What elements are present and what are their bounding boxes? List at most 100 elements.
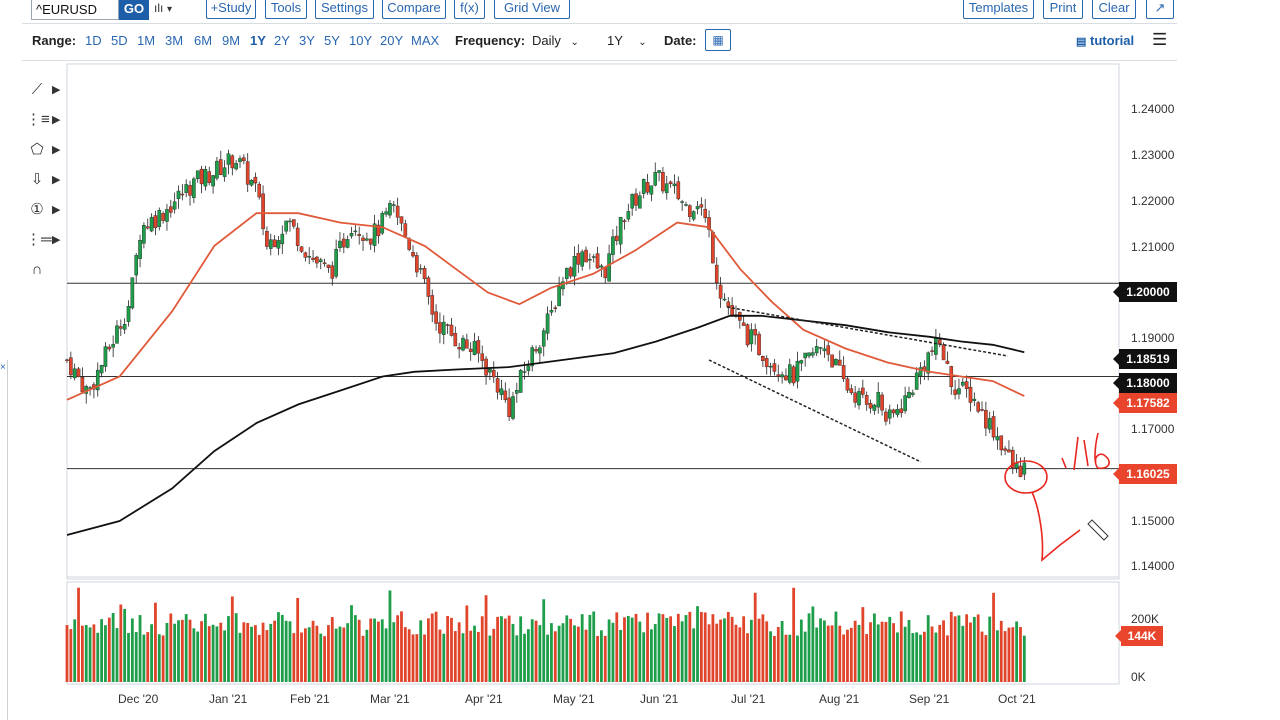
tool-line[interactable]: ⟋ ▶ — [22, 78, 64, 102]
volume-bar — [296, 597, 300, 682]
x-tick: Oct '21 — [998, 692, 1036, 706]
volume-bar — [104, 625, 107, 682]
calendar-button[interactable]: ▦ — [705, 29, 731, 51]
y-tick: 1.21000 — [1131, 240, 1175, 254]
range-1m[interactable]: 1M — [137, 33, 155, 48]
volume-bar — [184, 614, 188, 682]
print-button[interactable]: Print — [1043, 0, 1083, 19]
number-badge-icon: ① — [30, 201, 44, 218]
range-6m[interactable]: 6M — [194, 33, 212, 48]
range-3y[interactable]: 3Y — [299, 33, 315, 48]
volume-bar — [315, 625, 319, 682]
volume-bar — [319, 633, 323, 682]
candle-body — [864, 395, 869, 405]
candle-body — [126, 306, 131, 322]
candle-body — [545, 313, 550, 334]
volume-bar — [846, 629, 849, 682]
range-5d[interactable]: 5D — [111, 33, 128, 48]
symbol-input[interactable] — [31, 0, 119, 20]
candle-body — [772, 363, 777, 372]
range-5y[interactable]: 5Y — [324, 33, 340, 48]
candle-body — [837, 359, 842, 366]
volume-bar — [192, 628, 196, 682]
volume-bar — [926, 615, 930, 682]
volume-bar — [134, 631, 138, 682]
settings-button[interactable]: Settings — [315, 0, 374, 19]
range-1d[interactable]: 1D — [85, 33, 102, 48]
candle-body — [515, 390, 519, 394]
candle-body — [234, 163, 238, 170]
candle-body — [72, 368, 77, 379]
add-study-button[interactable]: +Study — [206, 0, 256, 19]
volume-bar — [230, 596, 234, 682]
candle-body — [699, 204, 704, 208]
close-sidebar-icon[interactable]: × — [0, 362, 6, 373]
volume-bar — [73, 619, 77, 682]
volume-bar — [200, 621, 203, 682]
volume-bar — [1015, 621, 1019, 682]
volume-bar — [853, 620, 857, 682]
volume-bar — [500, 616, 503, 682]
tool-magnet[interactable]: ∩ — [22, 258, 64, 282]
volume-bar — [930, 626, 934, 682]
go-button[interactable]: GO — [119, 0, 149, 20]
candle-body — [411, 252, 415, 257]
chevron-right-icon: ▶ — [52, 174, 61, 186]
grid-view-button[interactable]: Grid View — [494, 0, 570, 19]
range-max[interactable]: MAX — [411, 33, 439, 48]
candle-body — [149, 217, 154, 232]
volume-bar — [972, 616, 976, 682]
candle-body — [607, 253, 611, 282]
templates-button[interactable]: Templates — [963, 0, 1034, 19]
candle-body — [584, 249, 588, 263]
compare-button[interactable]: Compare — [382, 0, 446, 19]
tool-fibonacci[interactable]: ⋮≡ ▶ — [22, 108, 64, 132]
function-button[interactable]: f(x) — [454, 0, 485, 19]
candle-body — [211, 175, 215, 187]
candle-body — [937, 339, 942, 345]
range-9m[interactable]: 9M — [222, 33, 240, 48]
tool-arrows[interactable]: ⇩ ▶ — [22, 168, 64, 192]
candle-body — [961, 381, 965, 386]
candle-body — [115, 325, 119, 344]
tool-measure[interactable]: ⋮═ ▶ — [22, 228, 64, 252]
candle-body — [99, 365, 104, 374]
candle-body — [226, 153, 231, 165]
range-2y[interactable]: 2Y — [274, 33, 290, 48]
candle-body — [388, 203, 392, 216]
range-3m[interactable]: 3M — [165, 33, 183, 48]
tool-shapes[interactable]: ⬠ ▶ — [22, 138, 64, 162]
popout-button[interactable]: ↗ — [1146, 0, 1174, 19]
range-20y[interactable]: 20Y — [380, 33, 403, 48]
chart-type-select[interactable]: ılı ▾ — [154, 0, 190, 20]
handdrawn-annotations — [1004, 432, 1110, 562]
frequency-select[interactable]: Daily ⌄ — [532, 33, 579, 48]
candle-body — [268, 239, 273, 249]
tool-annotations[interactable]: ① ▶ — [22, 198, 64, 222]
range-10y[interactable]: 10Y — [349, 33, 372, 48]
candle-body — [530, 347, 535, 367]
volume-bar — [603, 635, 607, 682]
candle-body — [588, 259, 592, 261]
volume-bar — [92, 624, 96, 682]
ma50-line — [66, 212, 1025, 401]
y-tick: 1.24000 — [1131, 102, 1175, 116]
menu-icon[interactable]: ☰ — [1152, 30, 1167, 50]
candle-body — [95, 369, 100, 391]
volume-bar — [780, 621, 784, 682]
period-select[interactable]: 1Y ⌄ — [607, 33, 647, 48]
candle-body — [318, 259, 323, 262]
volume-bar — [884, 621, 888, 682]
tutorial-link[interactable]: ▤ tutorial — [1076, 33, 1134, 48]
volume-bar — [392, 622, 396, 682]
volume-bar — [238, 632, 242, 682]
volume-bar — [830, 625, 834, 682]
candle-body — [991, 416, 996, 438]
range-1y[interactable]: 1Y — [250, 33, 266, 48]
clear-button[interactable]: Clear — [1092, 0, 1136, 19]
volume-bar — [699, 611, 703, 682]
candle-body — [580, 251, 584, 267]
volume-bar — [80, 625, 84, 682]
tools-button[interactable]: Tools — [265, 0, 307, 19]
volume-bar — [403, 627, 407, 682]
